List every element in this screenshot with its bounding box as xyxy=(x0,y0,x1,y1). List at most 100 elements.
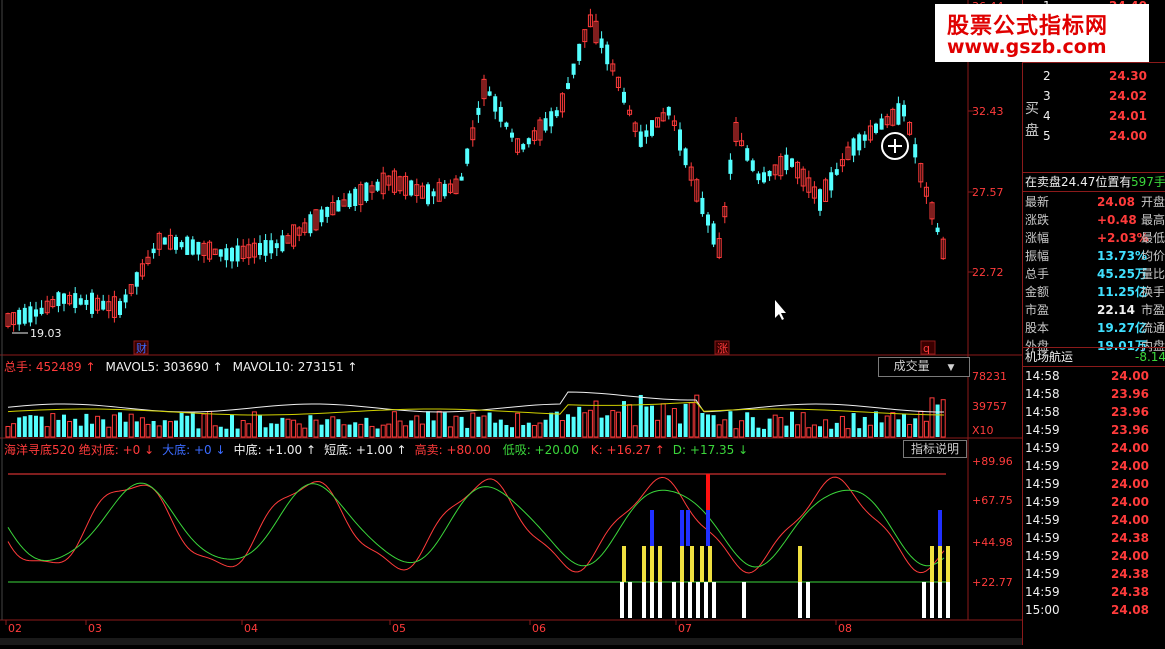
tick-row[interactable]: 14:59 24.00 xyxy=(1023,457,1165,475)
candle-body xyxy=(123,294,128,303)
volume-bar xyxy=(599,417,604,437)
tick-time: 14:58 xyxy=(1025,369,1060,383)
tick-row[interactable]: 14:59 24.38 xyxy=(1023,583,1165,601)
tick-row[interactable]: 15:00 24.08 xyxy=(1023,601,1165,619)
volume-bar xyxy=(414,415,420,438)
volume-bar xyxy=(330,416,336,438)
volume-bar xyxy=(34,415,38,437)
candle-body xyxy=(644,130,649,137)
short-bottom-bar xyxy=(628,582,632,618)
chart-area[interactable]: 32.4327.5722.7236.4419.03财涨q7823139757X1… xyxy=(0,0,1022,645)
volume-bar xyxy=(722,419,728,438)
candle-body xyxy=(62,293,66,304)
chart-canvas[interactable]: 32.4327.5722.7236.4419.03财涨q7823139757X1… xyxy=(0,0,1022,645)
candle-body xyxy=(34,309,38,317)
volume-bar xyxy=(11,423,17,438)
buy-level-row[interactable]: 3 24.02 xyxy=(1023,87,1165,105)
stat-row[interactable]: 市盈 22.14 市盈 xyxy=(1023,301,1165,319)
stat-row[interactable]: 总手 45.25万 量比 xyxy=(1023,265,1165,283)
volume-bar xyxy=(447,426,453,438)
tick-row[interactable]: 14:59 24.00 xyxy=(1023,439,1165,457)
volume-bar xyxy=(666,415,671,437)
tick-price: 24.38 xyxy=(1111,585,1149,599)
volume-legend-item: MAVOL5: 303690 ↑ xyxy=(105,360,223,374)
volume-bar xyxy=(750,417,755,437)
bottom-tab-bar[interactable] xyxy=(0,638,1022,645)
price-axis-label: 27.57 xyxy=(972,186,1004,199)
volume-bar xyxy=(902,413,906,437)
volume-dropdown[interactable]: 成交量 ▼ xyxy=(878,357,970,377)
candle-body xyxy=(498,106,503,122)
volume-bar xyxy=(419,423,425,438)
tick-row[interactable]: 14:59 24.00 xyxy=(1023,493,1165,511)
volume-bar xyxy=(577,406,582,437)
candle-body xyxy=(84,299,89,305)
volume-bar xyxy=(688,402,694,438)
stat-extra-label: 市盈 xyxy=(1141,303,1165,317)
stat-row[interactable]: 股本 19.27亿 流通 xyxy=(1023,319,1165,337)
tick-time: 14:58 xyxy=(1025,387,1060,401)
volume-bar xyxy=(369,425,375,438)
candle-body xyxy=(151,248,156,254)
stat-row[interactable]: 涨跌 +0.48 最高 xyxy=(1023,211,1165,229)
candle-body xyxy=(700,197,705,215)
tick-row[interactable]: 14:59 24.38 xyxy=(1023,565,1165,583)
candle-body xyxy=(274,243,279,249)
volume-axis-label: 39757 xyxy=(972,400,1007,413)
tick-row[interactable]: 14:59 24.00 xyxy=(1023,511,1165,529)
candle-body xyxy=(554,110,559,117)
volume-bar xyxy=(733,428,739,438)
tick-row[interactable]: 14:58 23.96 xyxy=(1023,403,1165,421)
candle-body xyxy=(638,131,643,147)
volume-bar xyxy=(162,420,167,437)
status-row[interactable]: 在卖盘24.47位置有 597手 xyxy=(1023,173,1165,191)
volume-bar xyxy=(156,425,162,438)
candle-body xyxy=(493,96,498,112)
tick-row[interactable]: 14:59 24.38 xyxy=(1023,529,1165,547)
tick-row[interactable]: 14:59 24.00 xyxy=(1023,475,1165,493)
event-marker: 财 xyxy=(136,341,147,355)
volume-bar xyxy=(44,426,50,438)
candle-body xyxy=(874,123,878,133)
candle-body xyxy=(235,245,240,262)
mid-bottom-bar xyxy=(708,546,712,582)
candle-body xyxy=(258,243,262,255)
volume-bar xyxy=(50,413,56,438)
buy-level-row[interactable]: 2 24.30 xyxy=(1023,67,1165,85)
stat-row[interactable]: 最新 24.08 开盘 xyxy=(1023,193,1165,211)
date-axis-label: 03 xyxy=(88,622,102,635)
stat-extra-label: 最低 xyxy=(1141,231,1165,245)
candle-body xyxy=(118,301,122,315)
candle-body xyxy=(879,118,884,130)
volume-bar xyxy=(258,415,262,437)
tick-row[interactable]: 14:59 23.96 xyxy=(1023,421,1165,439)
stat-row[interactable]: 涨幅 +2.03% 最低 xyxy=(1023,229,1165,247)
candle-body xyxy=(28,306,33,323)
buy-level-row[interactable]: 5 24.00 xyxy=(1023,127,1165,145)
stat-label: 股本 xyxy=(1025,321,1050,335)
stat-row[interactable]: 金额 11.25亿 换手 xyxy=(1023,283,1165,301)
tick-row[interactable]: 14:58 23.96 xyxy=(1023,385,1165,403)
indicator-legend-item: 低吸: +20.00 xyxy=(502,443,583,457)
indicator-legend-item: K: +16.27 ↑ xyxy=(590,443,665,457)
volume-bar xyxy=(28,415,33,437)
short-bottom-bar xyxy=(946,582,950,618)
sector-row[interactable]: 机场航运 -8.14 xyxy=(1023,348,1165,366)
volume-bar xyxy=(829,428,834,437)
tick-row[interactable]: 14:59 24.00 xyxy=(1023,547,1165,565)
buy-level-row[interactable]: 4 24.01 xyxy=(1023,107,1165,125)
volume-bar xyxy=(5,425,11,438)
volume-axis-label: 78231 xyxy=(972,370,1007,383)
volume-bar xyxy=(78,425,83,437)
indicator-help-button[interactable]: 指标说明 xyxy=(903,440,967,458)
candle-body xyxy=(851,138,856,156)
date-axis-label: 02 xyxy=(8,622,22,635)
candle-body xyxy=(750,160,755,171)
mid-bottom-bar xyxy=(650,546,654,582)
stat-row[interactable]: 振幅 13.73% 均价 xyxy=(1023,247,1165,265)
candle-body xyxy=(487,91,492,96)
volume-bar xyxy=(874,411,878,437)
date-axis-label: 06 xyxy=(532,622,546,635)
volume-bar xyxy=(269,423,274,437)
tick-row[interactable]: 14:58 24.00 xyxy=(1023,367,1165,385)
